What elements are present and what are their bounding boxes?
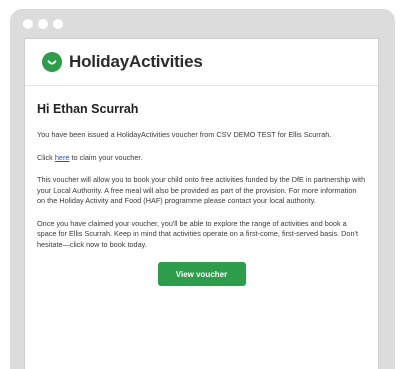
email-card: HolidayActivities Hi Ethan Scurrah You h… — [24, 38, 379, 369]
email-greeting: Hi Ethan Scurrah — [37, 102, 139, 116]
booking-info-text: Once you have claimed your voucher, you'… — [37, 218, 358, 249]
claim-text: Click here to claim your voucher. — [37, 153, 366, 164]
browser-window: HolidayActivities Hi Ethan Scurrah You h… — [10, 9, 395, 369]
window-maximize-dot[interactable] — [53, 19, 63, 29]
email-header: HolidayActivities — [25, 39, 378, 86]
email-body: Hi Ethan Scurrah You have been issued a … — [25, 86, 378, 286]
view-voucher-button[interactable]: View voucher — [157, 262, 246, 286]
button-row: View voucher — [37, 262, 366, 286]
claim-text-after: to claim your voucher. — [69, 152, 143, 162]
smile-logo-icon — [42, 52, 62, 72]
window-titlebar — [10, 9, 395, 39]
window-minimize-dot[interactable] — [38, 19, 48, 29]
voucher-issued-text: You have been issued a HolidayActivities… — [37, 130, 332, 139]
claim-text-before: Click — [37, 152, 55, 162]
brand-name: HolidayActivities — [69, 52, 203, 71]
voucher-info-text: This voucher will allow you to book your… — [37, 175, 366, 205]
window-close-dot[interactable] — [23, 19, 33, 29]
claim-here-link[interactable]: here — [55, 153, 70, 162]
